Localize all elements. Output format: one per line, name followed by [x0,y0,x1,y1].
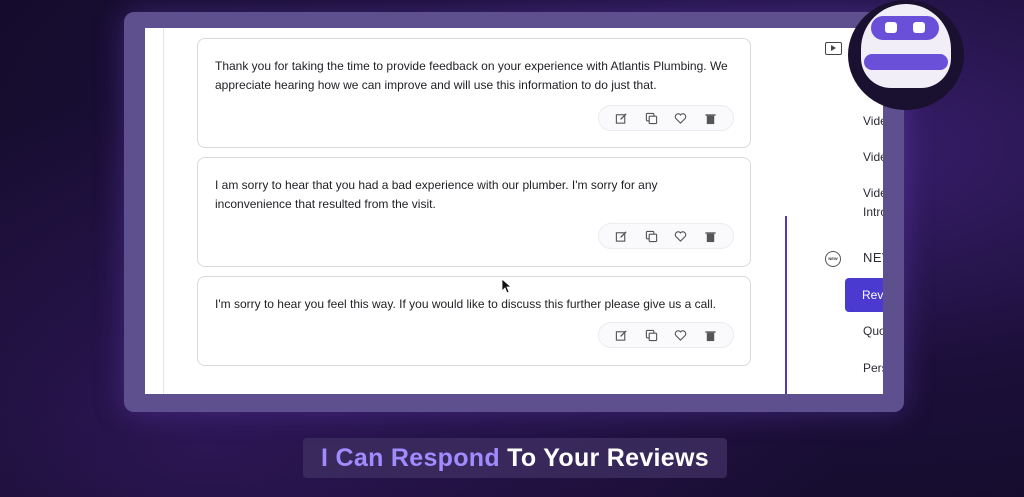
robot-eye-icon [913,22,925,33]
app-screen: Thank you for taking the time to provide… [145,28,883,394]
sidebar-item-video-subtitle: Intro [863,205,883,219]
sidebar-item-quotes[interactable]: Quo [863,324,883,338]
edit-icon[interactable] [615,328,629,342]
robot-eye-icon [885,22,897,33]
caption-highlight: I Can Respond [321,444,500,472]
sidebar-section-heading: NEV [863,250,883,265]
pane-border [163,28,164,394]
sidebar-item-label: Revi [862,288,883,302]
video-caption: I Can Respond To Your Reviews [303,438,727,478]
sidebar-item-video[interactable]: Vide [863,150,883,164]
response-card[interactable]: Thank you for taking the time to provide… [197,38,751,148]
responses-pane: Thank you for taking the time to provide… [145,28,785,394]
robot-visor [871,16,939,40]
response-actions [598,223,734,249]
trash-icon[interactable] [703,328,717,342]
robot-mascot-avatar [848,0,964,110]
copy-icon[interactable] [644,229,658,243]
trash-icon[interactable] [703,111,717,125]
video-icon [825,42,842,55]
sidebar-item-persona[interactable]: Pers [863,361,883,375]
mouse-cursor-icon [501,278,511,294]
sidebar-item-video[interactable]: Vide [863,186,883,200]
copy-icon[interactable] [644,111,658,125]
caption-rest: To Your Reviews [499,444,709,472]
edit-icon[interactable] [615,229,629,243]
response-text: Thank you for taking the time to provide… [215,59,728,92]
new-badge-icon: NEW [825,251,841,267]
response-actions [598,105,734,131]
response-text: I'm sorry to hear you feel this way. If … [215,297,716,311]
edit-icon[interactable] [615,111,629,125]
response-card[interactable]: I am sorry to hear that you had a bad ex… [197,157,751,267]
heart-icon[interactable] [674,229,688,243]
sidebar-item-video[interactable]: Vide [863,114,883,128]
copy-icon[interactable] [644,328,658,342]
heart-icon[interactable] [674,111,688,125]
trash-icon[interactable] [703,229,717,243]
sidebar-item-reviews[interactable]: Revi [845,278,883,312]
response-text: I am sorry to hear that you had a bad ex… [215,178,658,211]
robot-head [861,4,951,88]
response-card[interactable]: I'm sorry to hear you feel this way. If … [197,276,751,366]
robot-collar [864,54,948,70]
heart-icon[interactable] [674,328,688,342]
response-actions [598,322,734,348]
